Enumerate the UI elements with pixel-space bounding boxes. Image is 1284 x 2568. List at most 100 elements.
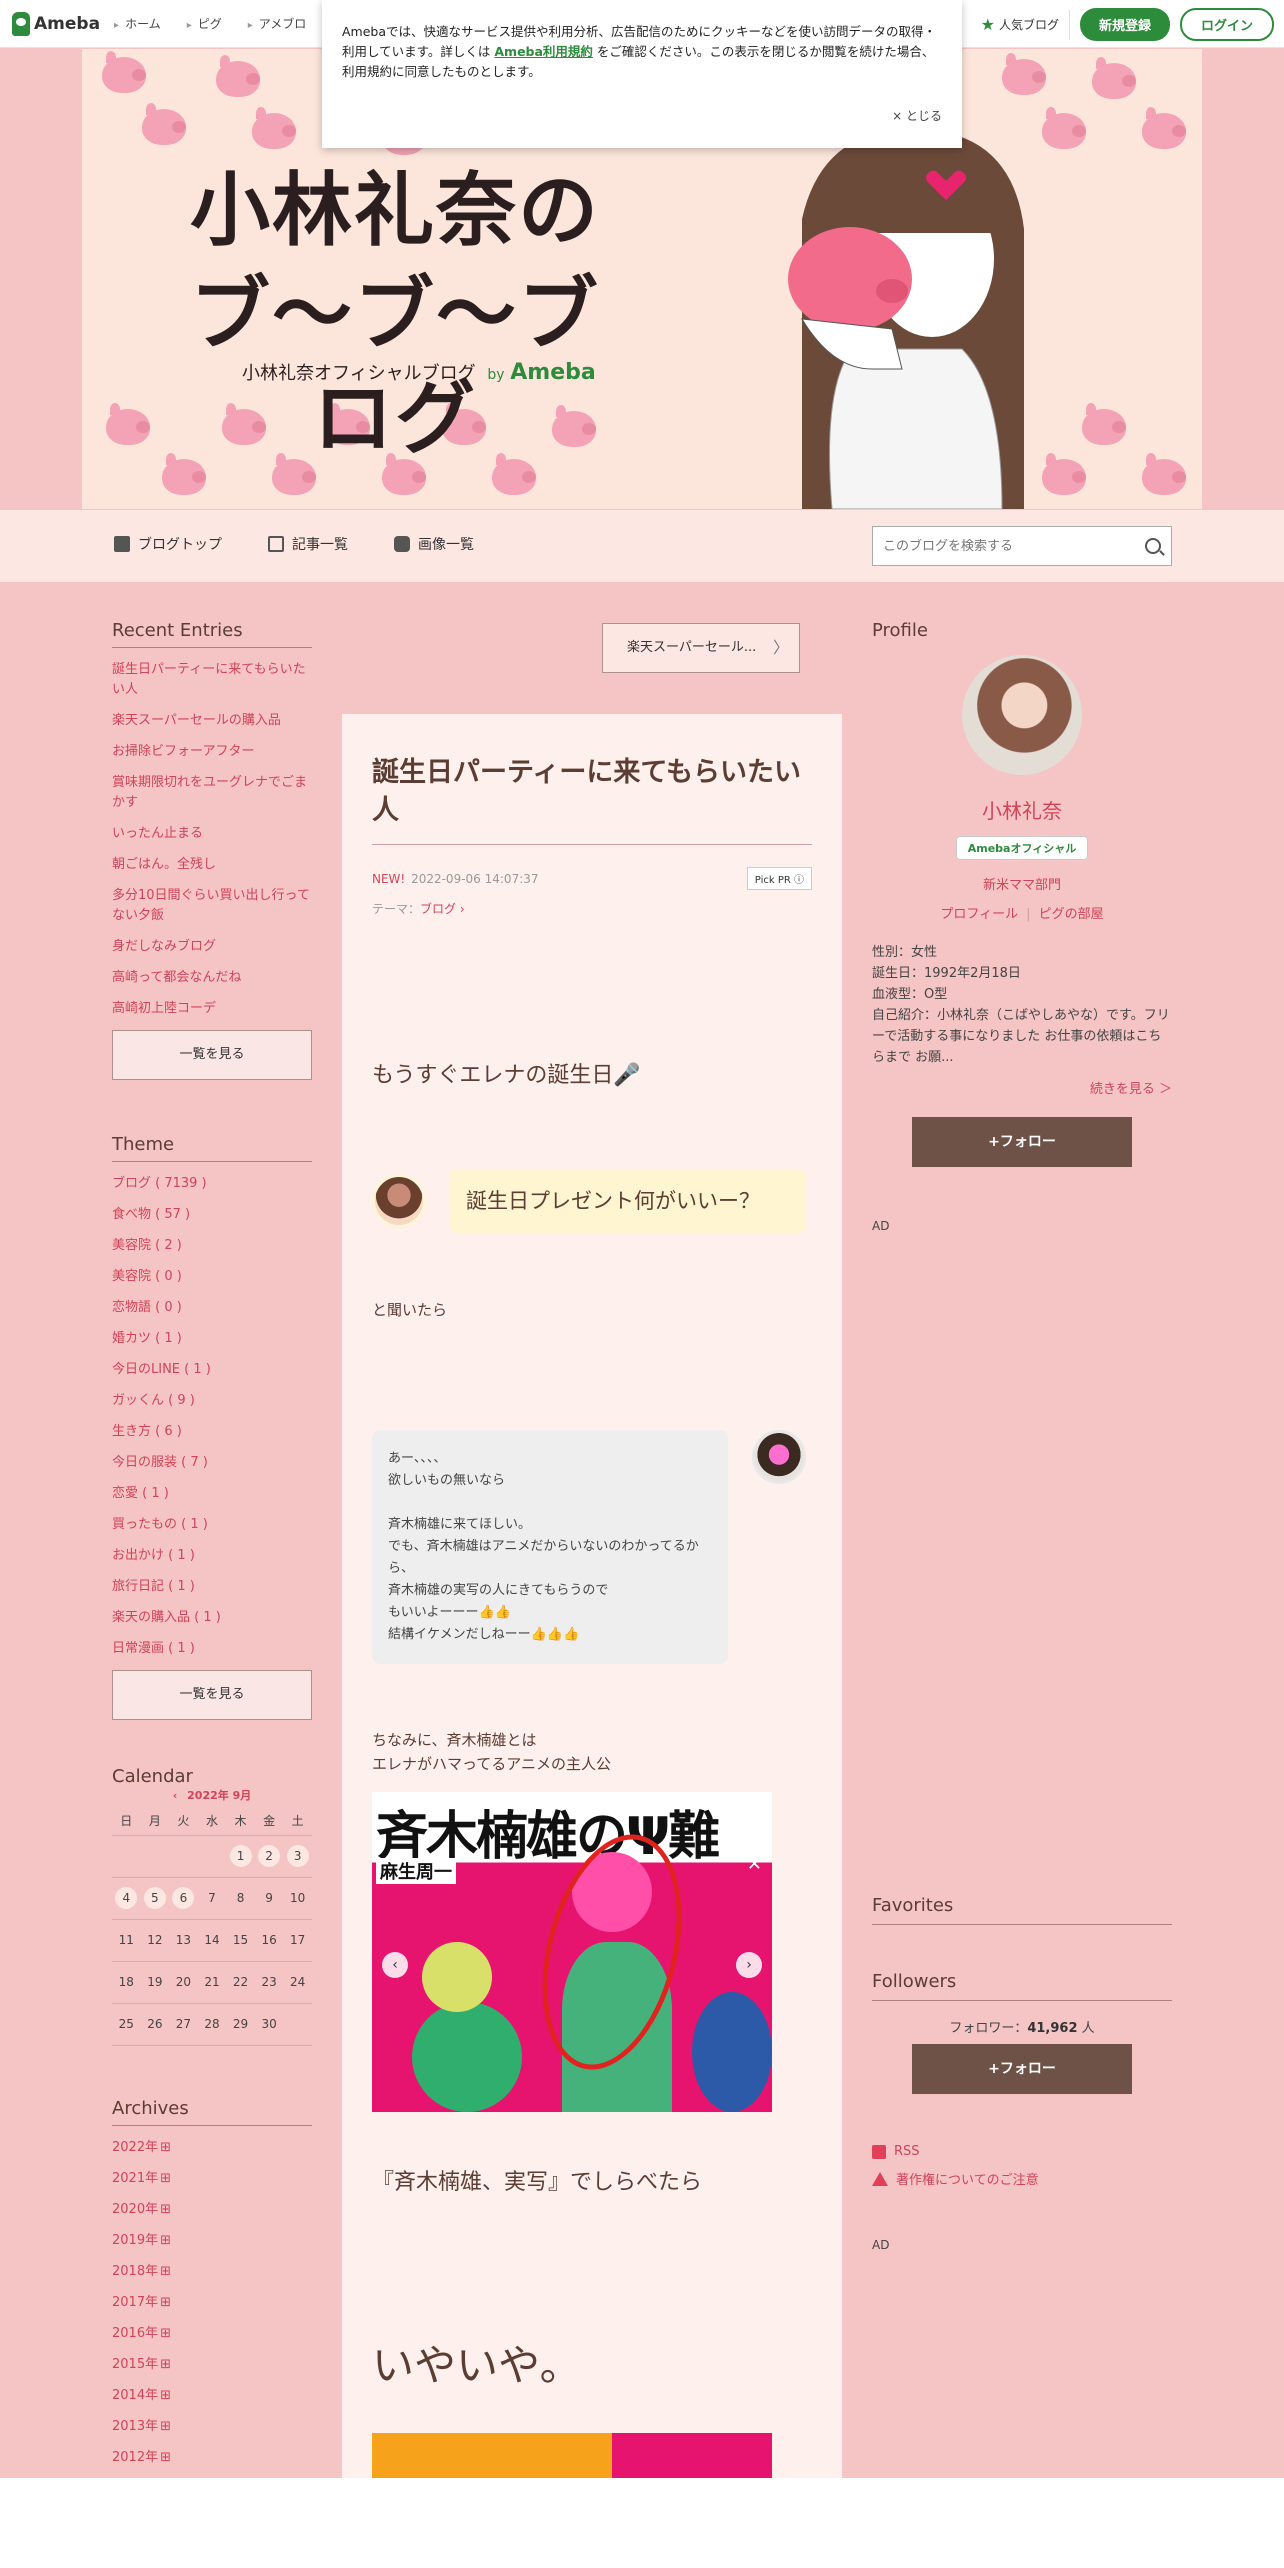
theme-link[interactable]: 買ったもの ( 1 ) — [112, 1515, 312, 1535]
theme-link[interactable]: ガッくん ( 9 ) — [112, 1391, 312, 1411]
calendar-day-link[interactable]: 4 — [115, 1887, 138, 1909]
profile-name[interactable]: 小林礼奈 — [872, 795, 1172, 824]
banner-title-line-1: 小林礼奈の — [190, 164, 600, 257]
author-avatar — [372, 1174, 426, 1228]
speech-bubble-right: あー、、、、 欲しいもの無いなら 斉木楠雄に来てほしい。 でも、斉木楠雄はアニメ… — [372, 1430, 812, 1664]
close-icon[interactable]: ✕ — [747, 1854, 762, 1875]
pig-icon — [102, 51, 146, 93]
archive-year-link[interactable]: 2021年 — [112, 2169, 312, 2189]
recent-entry-link[interactable]: 多分10日間ぐらい買い出し行ってない夕飯 — [112, 886, 312, 926]
profile-avatar[interactable] — [962, 655, 1082, 775]
theme-link[interactable]: 今日の服装 ( 7 ) — [112, 1453, 312, 1473]
recent-entry-link[interactable]: お掃除ビフォーアフター — [112, 742, 312, 762]
popular-blog-link[interactable]: ★ 人気ブログ — [981, 9, 1070, 40]
calendar-day: 10 — [283, 1877, 312, 1920]
theme-link[interactable]: 日常漫画 ( 1 ) — [112, 1639, 312, 1659]
article-theme-link[interactable]: ブログ — [420, 902, 456, 916]
calendar-month-label: 2022年 9月 — [187, 1789, 252, 1802]
ameba-logo[interactable]: Ameba — [12, 11, 100, 36]
calendar-weekday: 火 — [169, 1807, 198, 1836]
archive-year-link[interactable]: 2017年 — [112, 2293, 312, 2313]
recent-entry-link[interactable]: 朝ごはん。全残し — [112, 855, 312, 875]
calendar-day-link[interactable]: 3 — [286, 1845, 309, 1867]
copyright-notice-link[interactable]: 著作権についてのご注意 — [872, 2169, 1172, 2188]
profile-category[interactable]: 新米ママ部門 — [872, 874, 1172, 893]
profile-link[interactable]: プロフィール — [940, 907, 1018, 922]
nav-image-list[interactable]: 画像一覧 — [394, 534, 474, 554]
followers-number: 41,962 — [1027, 2021, 1078, 2036]
archive-year-link[interactable]: 2019年 — [112, 2231, 312, 2251]
pr-article-button[interactable]: 楽天スーパーセール... — [602, 623, 800, 673]
calendar-day: 24 — [283, 1961, 312, 2004]
theme-link[interactable]: 生き方 ( 6 ) — [112, 1422, 312, 1442]
archive-year-link[interactable]: 2015年 — [112, 2355, 312, 2375]
theme-link[interactable]: 恋愛 ( 1 ) — [112, 1484, 312, 1504]
manga-cover-image[interactable]: 斉木楠雄のΨ難 麻生周一 ‹ › ✕ — [372, 1792, 772, 2112]
archive-year-link[interactable]: 2012年 — [112, 2448, 312, 2468]
nav-pigg[interactable]: ピグ — [187, 15, 222, 32]
image-prev-icon[interactable]: ‹ — [382, 1952, 408, 1978]
recent-entry-link[interactable]: 賞味期限切れをユーグレナでごまかす — [112, 773, 312, 813]
blog-search-box[interactable] — [872, 526, 1172, 566]
theme-link[interactable]: お出かけ ( 1 ) — [112, 1546, 312, 1566]
recent-entry-link[interactable]: いったん止まる — [112, 824, 312, 844]
nav-blog-top[interactable]: ブログトップ — [114, 534, 222, 554]
pick-pr-badge[interactable]: Pick PR ⓘ — [746, 867, 812, 890]
archive-year-link[interactable]: 2016年 — [112, 2324, 312, 2344]
profile-more-link[interactable]: 続きを見る ＞ — [872, 1078, 1172, 1097]
banner-ameba-logo: Ameba — [510, 360, 596, 385]
archive-year-link[interactable]: 2020年 — [112, 2200, 312, 2220]
calendar-day-number: 24 — [290, 1975, 306, 1989]
pig-icon — [1042, 107, 1086, 149]
theme-link[interactable]: 食べ物 ( 57 ) — [112, 1205, 312, 1225]
article-title[interactable]: 誕生日パーティーに来てもらいたい人 — [372, 754, 812, 845]
theme-link[interactable]: 婚カツ ( 1 ) — [112, 1329, 312, 1349]
register-button[interactable]: 新規登録 — [1079, 8, 1170, 41]
recent-entry-link[interactable]: 高崎初上陸コーデ — [112, 999, 312, 1019]
archive-year-link[interactable]: 2022年 — [112, 2138, 312, 2158]
document-icon — [114, 536, 130, 552]
recent-entry-link[interactable]: 楽天スーパーセールの購入品 — [112, 711, 312, 731]
calendar-day-number: 16 — [261, 1933, 277, 1947]
archive-year-link[interactable]: 2014年 — [112, 2386, 312, 2406]
rss-link[interactable]: RSS — [872, 2144, 1172, 2159]
recent-more-button[interactable]: 一覧を見る — [112, 1030, 312, 1080]
image-next-icon[interactable]: › — [736, 1952, 762, 1978]
calendar-day-number: 27 — [175, 2017, 192, 2031]
nav-entry-list[interactable]: 記事一覧 — [268, 534, 348, 554]
login-button[interactable]: ログイン — [1179, 8, 1274, 41]
theme-more-button[interactable]: 一覧を見る — [112, 1670, 312, 1720]
calendar-day-link[interactable]: 1 — [229, 1845, 252, 1867]
blog-search-input[interactable] — [883, 538, 1145, 554]
calendar-day-link[interactable]: 5 — [143, 1887, 166, 1909]
follow-button[interactable]: +フォロー — [912, 1117, 1132, 1167]
calendar-day-link[interactable]: 2 — [258, 1845, 281, 1867]
archives-title: Archives — [112, 2098, 312, 2126]
search-icon[interactable] — [1145, 538, 1161, 554]
archive-year-link[interactable]: 2013年 — [112, 2417, 312, 2437]
terms-link[interactable]: Ameba利用規約 — [494, 44, 593, 59]
calendar-day-number: 14 — [204, 1933, 220, 1947]
pigg-room-link[interactable]: ピグの部屋 — [1039, 907, 1104, 922]
calendar-day-number: 7 — [208, 1891, 216, 1905]
follow-button-2[interactable]: +フォロー — [912, 2044, 1132, 2094]
profile-intro: 自己紹介：小林礼奈（こばやしあやな）です。フリーで活動する事になりました お仕事… — [872, 1008, 1170, 1065]
calendar-day-link[interactable]: 6 — [172, 1887, 195, 1909]
archive-year-link[interactable]: 2018年 — [112, 2262, 312, 2282]
theme-link[interactable]: 美容院 ( 2 ) — [112, 1236, 312, 1256]
theme-link[interactable]: 恋物語 ( 0 ) — [112, 1298, 312, 1318]
theme-link[interactable]: 今日のLINE ( 1 ) — [112, 1360, 312, 1380]
calendar-prev-icon[interactable]: ‹ — [173, 1789, 178, 1802]
recent-entry-link[interactable]: 誕生日パーティーに来てもらいたい人 — [112, 660, 312, 700]
calendar-weekday: 木 — [226, 1807, 255, 1836]
theme-link[interactable]: 楽天の購入品 ( 1 ) — [112, 1608, 312, 1628]
nav-entry-list-label: 記事一覧 — [292, 537, 348, 553]
nav-home[interactable]: ホーム — [114, 15, 161, 32]
recent-entry-link[interactable]: 身だしなみブログ — [112, 937, 312, 957]
theme-link[interactable]: ブログ ( 7139 ) — [112, 1174, 312, 1194]
theme-link[interactable]: 美容院 ( 0 ) — [112, 1267, 312, 1287]
cookie-close-button[interactable]: × とじる — [892, 106, 942, 126]
recent-entry-link[interactable]: 高崎って都会なんだね — [112, 968, 312, 988]
theme-link[interactable]: 旅行日記 ( 1 ) — [112, 1577, 312, 1597]
nav-ameblo[interactable]: アメブロ — [248, 15, 306, 32]
